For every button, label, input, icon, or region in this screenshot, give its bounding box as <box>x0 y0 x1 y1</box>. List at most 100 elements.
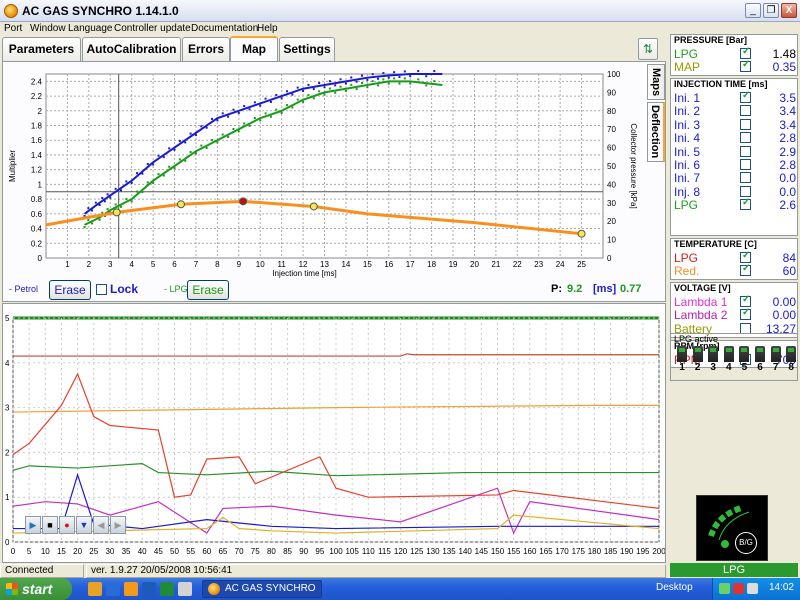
fuel-switch-graphic[interactable]: B/G <box>696 495 768 561</box>
tray-security-icon[interactable] <box>733 583 744 594</box>
version-info: ver. 1.9.27 20/05/2008 10:56:41 <box>86 564 666 578</box>
series-petrol-point <box>178 139 181 142</box>
series-lpg-point <box>106 208 109 211</box>
minimize-button[interactable]: _ <box>745 3 761 18</box>
side-tab-deflection[interactable]: Deflection <box>647 102 665 162</box>
series-lpg-point <box>259 119 262 122</box>
series-petrol-point <box>393 71 396 74</box>
record-icon[interactable]: ● <box>59 516 75 534</box>
maximize-button[interactable]: ❐ <box>763 3 779 18</box>
next-icon[interactable]: ▶ <box>110 516 126 534</box>
map-chart[interactable]: 1 2 3 4 5 6 7 8 9 10 11 12 13 14 15 16 17 18 19 20 21 22 23 24 2… <box>3 62 647 278</box>
quicklaunch-ie-icon[interactable] <box>106 582 120 596</box>
voltage-row-label: Lambda 2 <box>674 308 728 323</box>
series-petrol-point <box>146 162 149 165</box>
injection-row-checkbox[interactable] <box>740 90 751 103</box>
tab-hint-icon[interactable]: ⇅ <box>638 38 658 60</box>
series-lpg-point <box>403 77 406 80</box>
voltage-row-checkbox[interactable] <box>740 307 751 321</box>
series-lpg-point <box>328 87 331 90</box>
series-lpg-point <box>334 91 337 94</box>
series-petrol-point <box>334 84 337 87</box>
x-tick-label: 8 <box>215 260 220 269</box>
injection-row: Ini. 1 3.5 <box>674 90 796 105</box>
app-icon <box>4 4 18 18</box>
pressure-row-checkbox[interactable] <box>740 59 751 73</box>
menu-controller-update[interactable]: Controller update <box>114 23 191 34</box>
voltage-row-checkbox[interactable] <box>740 294 751 307</box>
injection-row-checkbox[interactable] <box>740 159 751 170</box>
x-tick-label: 3 <box>108 260 113 269</box>
series-petrol-point <box>211 117 214 120</box>
tab-errors[interactable]: Errors <box>182 37 230 61</box>
injection-row-checkbox[interactable] <box>740 185 751 197</box>
graph-x-tick-label: 75 <box>251 547 260 556</box>
menu-help[interactable]: Help <box>257 23 278 34</box>
series-lpg-point <box>433 80 436 83</box>
stop-icon[interactable]: ■ <box>42 516 58 534</box>
series-lpg-point <box>387 82 390 85</box>
injection-row-label: Ini. 1 <box>674 91 701 105</box>
series-petrol-point <box>114 187 117 190</box>
close-button[interactable]: X <box>781 3 797 18</box>
legend-petrol: - Petrol <box>9 284 39 294</box>
injection-row-checkbox[interactable] <box>740 145 751 157</box>
injection-row-checkbox[interactable] <box>740 197 751 211</box>
erase-petrol-button[interactable]: Erase <box>49 280 91 300</box>
injection-row-checkbox[interactable] <box>740 132 751 144</box>
tray-volume-icon[interactable] <box>747 583 758 594</box>
graph-x-tick-label: 105 <box>345 547 359 556</box>
series-petrol-point <box>221 112 224 115</box>
graph-x-tick-label: 120 <box>394 547 408 556</box>
tab-settings[interactable]: Settings <box>279 37 335 61</box>
injector-slot: 8 <box>784 346 798 376</box>
injector-slot: 7 <box>769 346 783 376</box>
injection-row-checkbox[interactable] <box>740 118 751 130</box>
series-petrol-point <box>264 97 267 100</box>
x-tick-label: 4 <box>129 260 134 269</box>
taskbar-app-button[interactable]: AC GAS SYNCHRO <box>202 580 322 598</box>
play-icon[interactable]: ▶ <box>25 516 41 534</box>
injection-row-label: Ini. 2 <box>674 104 701 119</box>
series-petrol-point <box>328 80 331 83</box>
menu-window[interactable]: Window <box>30 23 66 34</box>
series-petrol-point <box>200 125 203 128</box>
tab-map[interactable]: Map <box>230 36 278 62</box>
bg-switch-button[interactable]: B/G <box>735 532 757 554</box>
graph-x-tick-label: 70 <box>235 547 244 556</box>
injector-icon <box>708 346 719 362</box>
series-lpg-point <box>382 78 385 81</box>
quicklaunch-firefox-icon[interactable] <box>124 582 138 596</box>
series-lpg-point <box>168 165 171 168</box>
pressure-row-checkbox[interactable] <box>740 46 751 59</box>
prev-icon[interactable]: ◀ <box>93 516 109 534</box>
menu-port[interactable]: Port <box>4 23 22 34</box>
menu-documentation[interactable]: Documentation <box>191 23 258 34</box>
injection-row-checkbox[interactable] <box>740 105 751 117</box>
graph-x-tick-label: 190 <box>620 547 634 556</box>
series-lpg-point <box>291 106 294 109</box>
tab-autocalibration[interactable]: AutoCalibration <box>82 37 181 61</box>
quicklaunch-word-icon[interactable] <box>142 582 156 596</box>
desktop-toolbar-label[interactable]: Desktop <box>656 582 693 593</box>
injector-number: 8 <box>788 362 794 373</box>
window-title: AC GAS SYNCHRO 1.14.1.0 <box>22 4 179 18</box>
side-tab-maps[interactable]: Maps <box>647 64 665 100</box>
start-button[interactable]: start <box>0 578 72 600</box>
quicklaunch-folder-icon[interactable] <box>88 582 102 596</box>
save-icon[interactable]: ▼ <box>76 516 92 534</box>
deflection-marker <box>239 197 248 206</box>
menu-language[interactable]: Language <box>68 23 113 34</box>
quicklaunch-excel-icon[interactable] <box>160 582 174 596</box>
title-bar[interactable]: AC GAS SYNCHRO 1.14.1.0 _ ❐ X <box>0 0 800 22</box>
quicklaunch-explorer-icon[interactable] <box>178 582 192 596</box>
temperature-row-checkbox[interactable] <box>740 263 751 277</box>
temperature-row-checkbox[interactable] <box>740 250 751 263</box>
erase-lpg-button[interactable]: Erase <box>187 280 229 300</box>
pressure-row-label: MAP <box>674 60 701 75</box>
tray-icon[interactable] <box>719 583 730 594</box>
injection-row-checkbox[interactable] <box>740 172 751 184</box>
lock-checkbox[interactable] <box>96 284 107 295</box>
voltage-group: VOLTAGE [V]Lambda 10.00Lambda 20.00Batte… <box>670 282 798 338</box>
tab-parameters[interactable]: Parameters <box>2 37 81 61</box>
